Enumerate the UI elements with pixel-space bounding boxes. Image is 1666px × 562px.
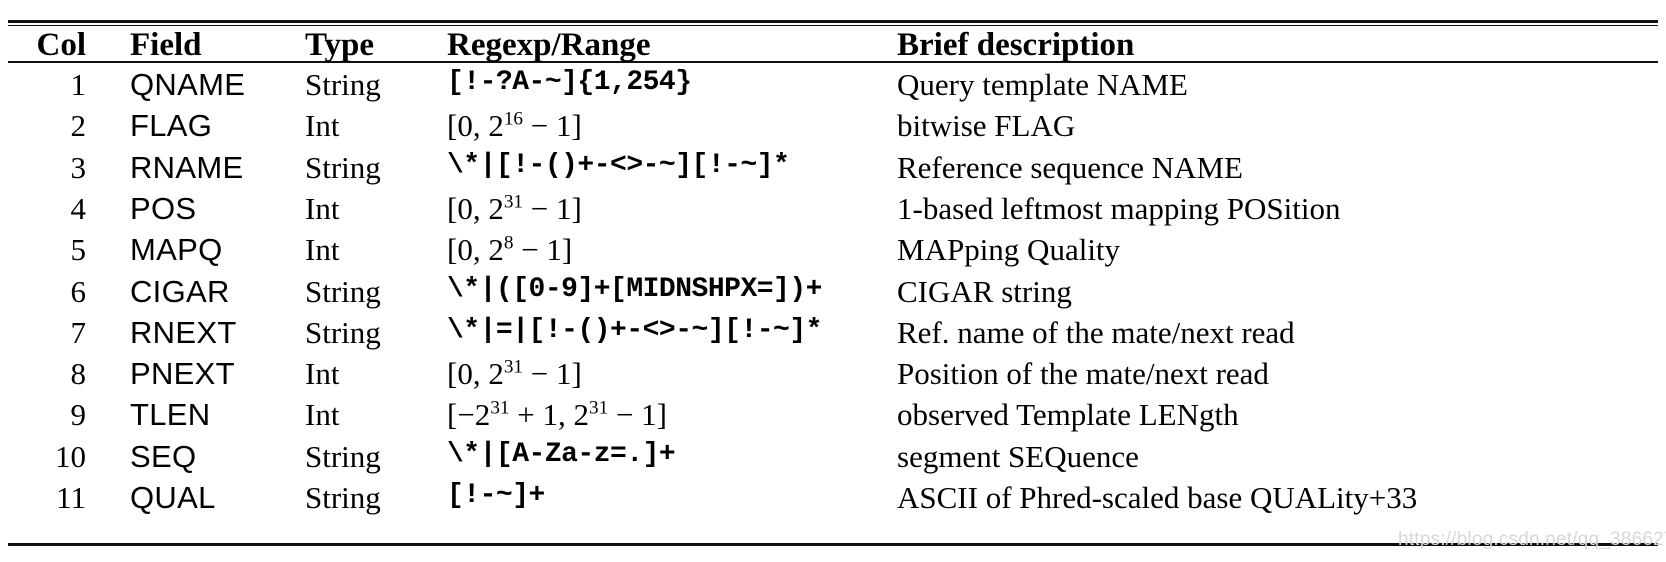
table-cell-field: QNAME	[130, 67, 246, 102]
table-cell-regexp: \*|([0-9]+[MIDNSHPX=])+	[447, 273, 822, 305]
table-header-rule	[8, 61, 1658, 63]
table-cell-regexp: [!-~]+	[447, 480, 545, 511]
table-cell-type: Int	[305, 397, 340, 433]
table-cell-col: 5	[70, 232, 87, 268]
table-cell-description: ASCII of Phred-scaled base QUALity+33	[897, 480, 1418, 515]
table-cell-col: 4	[70, 190, 87, 226]
table-cell-type: String	[305, 67, 381, 102]
table-cell-description: MAPping Quality	[897, 232, 1121, 268]
table-cell-col: 6	[70, 273, 87, 309]
table-cell-description: segment SEQuence	[897, 438, 1139, 474]
table-cell-col: 3	[70, 149, 87, 185]
table-cell-field: RNEXT	[130, 314, 237, 350]
table-cell-description: bitwise FLAG	[897, 108, 1076, 144]
table-cell-field: TLEN	[130, 397, 211, 433]
table-cell-regexp: [−231 + 1, 231 − 1]	[447, 397, 668, 433]
table-cell-type: Int	[305, 190, 340, 226]
table-cell-description: CIGAR string	[897, 273, 1072, 309]
table-cell-regexp: \*|=|[!-()+-<>-~][!-~]*	[447, 314, 822, 346]
table-cell-type: Int	[305, 356, 340, 392]
table-cell-type: String	[305, 480, 381, 515]
table-cell-regexp: \*|[A-Za-z=.]+	[447, 438, 676, 470]
table-cell-field: PNEXT	[130, 356, 235, 392]
column-header-description: Brief description	[897, 27, 1135, 63]
column-header-regexp: Regexp/Range	[447, 27, 651, 63]
sam-format-spec-table: Col Field Type Regexp/Range Brief descri…	[0, 0, 1666, 562]
table-cell-regexp: [0, 231 − 1]	[447, 190, 582, 226]
table-cell-field: QUAL	[130, 480, 216, 515]
table-cell-regexp: [0, 216 − 1]	[447, 108, 582, 144]
table-cell-type: String	[305, 273, 381, 309]
table-cell-description: Position of the mate/next read	[897, 356, 1269, 392]
table-cell-regexp: [!-?A-~]{1,254}	[447, 67, 692, 98]
table-cell-col: 10	[55, 438, 86, 474]
table-cell-col: 2	[70, 108, 87, 144]
column-header-type: Type	[305, 27, 375, 63]
table-cell-field: MAPQ	[130, 232, 223, 268]
table-cell-field: SEQ	[130, 438, 197, 474]
table-cell-field: FLAG	[130, 108, 213, 144]
table-top-rule	[8, 20, 1658, 23]
table-cell-description: Query template NAME	[897, 67, 1188, 102]
table-cell-col: 9	[70, 397, 87, 433]
table-cell-col: 11	[56, 480, 86, 515]
table-cell-type: Int	[305, 108, 340, 144]
table-top-rule-second	[8, 25, 1658, 26]
column-header-field: Field	[130, 27, 202, 63]
table-cell-description: observed Template LENgth	[897, 397, 1239, 433]
table-cell-type: Int	[305, 232, 340, 268]
table-cell-col: 1	[70, 67, 87, 102]
table-cell-type: String	[305, 149, 381, 185]
table-cell-regexp: [0, 231 − 1]	[447, 356, 582, 392]
table-cell-field: CIGAR	[130, 273, 230, 309]
table-cell-description: Reference sequence NAME	[897, 149, 1243, 185]
table-cell-field: RNAME	[130, 149, 244, 185]
table-cell-col: 7	[70, 314, 87, 350]
table-cell-description: 1-based leftmost mapping POSition	[897, 190, 1341, 226]
source-watermark: https://blog.csdn.net/qq_38662757	[1398, 529, 1666, 550]
table-cell-regexp: [0, 28 − 1]	[447, 232, 573, 268]
table-cell-type: String	[305, 438, 381, 474]
table-cell-description: Ref. name of the mate/next read	[897, 314, 1295, 350]
column-header-col: Col	[36, 27, 87, 63]
table-cell-regexp: \*|[!-()+-<>-~][!-~]*	[447, 149, 790, 181]
table-cell-type: String	[305, 314, 381, 350]
table-cell-col: 8	[70, 356, 87, 392]
table-cell-field: POS	[130, 190, 197, 226]
